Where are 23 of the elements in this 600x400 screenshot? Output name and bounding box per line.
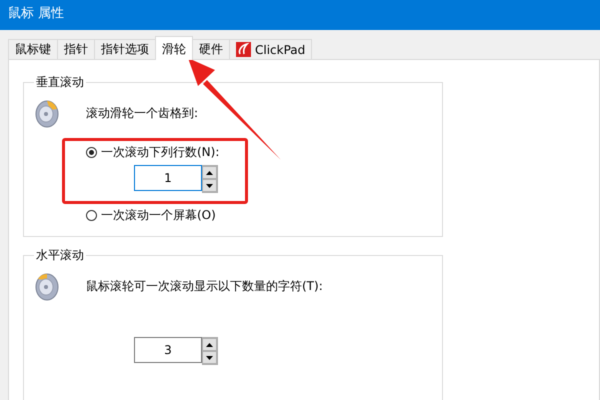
- up-triangle-icon: [206, 342, 213, 346]
- down-triangle-icon: [206, 184, 213, 188]
- tab[interactable]: 鼠标键: [8, 39, 58, 59]
- wheel-prompt-text: 滚动滑轮一个齿格到:: [86, 105, 200, 122]
- radio-indicator[interactable]: [86, 147, 97, 158]
- group-title: 水平滚动: [35, 247, 85, 264]
- up-triangle-icon: [206, 170, 213, 174]
- down-triangle-icon: [206, 356, 213, 360]
- spin-up-button[interactable]: [202, 338, 217, 351]
- spin-down-button[interactable]: [202, 351, 217, 364]
- number-input-field[interactable]: 3: [134, 337, 202, 363]
- group-title: 垂直滚动: [35, 74, 85, 91]
- tab[interactable]: ClickPad: [229, 39, 312, 59]
- window-title: 鼠标 属性: [0, 0, 600, 30]
- wheel-prompt-text: 鼠标滚轮可一次滚动显示以下数量的字符(T):: [86, 278, 323, 295]
- swirl-logo-icon: [236, 42, 251, 57]
- radio-indicator[interactable]: [86, 210, 97, 221]
- radio-option[interactable]: 一次滚动一个屏幕(O): [86, 207, 220, 224]
- number-input-field[interactable]: 1: [134, 165, 202, 191]
- spin-up-button[interactable]: [202, 166, 217, 179]
- radio-option[interactable]: 一次滚动下列行数(N):: [86, 144, 220, 161]
- spin-down-button[interactable]: [202, 179, 217, 192]
- tab[interactable]: 滑轮: [155, 36, 193, 60]
